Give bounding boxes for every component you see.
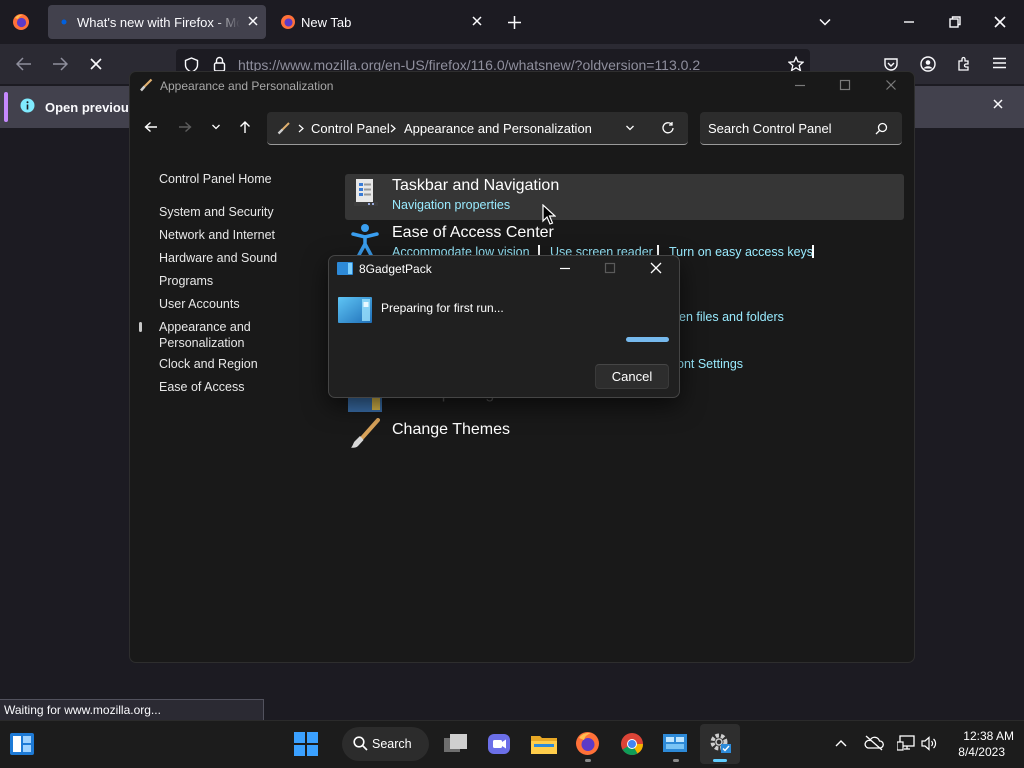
category-title-change-themes[interactable]: Change Themes (392, 421, 510, 439)
clock-date[interactable]: 8/4/2023 (946, 745, 1005, 759)
cp-maximize-icon[interactable] (839, 79, 851, 91)
address-brush-icon (277, 122, 290, 135)
search-placeholder: Search Control Panel (708, 121, 832, 136)
search-icon[interactable] (875, 122, 888, 135)
breadcrumb-separator-icon (298, 124, 304, 133)
volume-icon[interactable] (921, 736, 937, 751)
extensions-icon[interactable] (956, 56, 972, 72)
category-title-ease-of-access[interactable]: Ease of Access Center (392, 224, 554, 242)
close-tab-icon[interactable] (470, 14, 484, 28)
link-hidden-files-folders[interactable]: en files and folders (679, 310, 784, 324)
hamburger-menu-icon[interactable] (992, 56, 1007, 70)
loading-icon (60, 18, 68, 26)
link-turn-on-easy-access-keys[interactable]: Turn on easy access keys (669, 245, 813, 259)
recent-locations-chevron-icon[interactable] (211, 123, 221, 131)
chrome-icon[interactable] (620, 732, 644, 756)
minimize-icon[interactable] (902, 15, 916, 29)
sidebar-item-network[interactable]: Network and Internet (159, 227, 275, 243)
dialog-maximize-icon (604, 262, 616, 274)
link-separator (812, 245, 814, 258)
address-bar[interactable]: Control Panel Appearance and Personaliza… (267, 112, 688, 145)
pocket-icon[interactable] (883, 56, 899, 72)
gadgetpack-settings-icon[interactable] (708, 731, 732, 755)
firefox-taskbar-icon[interactable] (575, 731, 600, 756)
tab-title: What's new with Firefox - More (77, 14, 240, 30)
dialog-minimize-icon[interactable] (559, 262, 571, 274)
sidebar-item-clock-region[interactable]: Clock and Region (159, 356, 258, 372)
file-explorer-icon[interactable] (531, 733, 557, 755)
dialog-title: 8GadgetPack (359, 262, 432, 276)
personalization-brush-icon (139, 78, 153, 92)
task-view-icon[interactable] (444, 733, 468, 755)
category-title-taskbar[interactable]: Taskbar and Navigation (392, 177, 559, 195)
notification-accent (4, 92, 8, 122)
control-panel-taskbar-icon[interactable] (663, 734, 687, 754)
show-hidden-icons-chevron[interactable] (835, 739, 847, 747)
control-panel-running-indicator (673, 759, 679, 762)
cancel-button[interactable]: Cancel (595, 364, 669, 389)
start-windows-icon[interactable] (294, 732, 318, 756)
active-app-indicator (713, 759, 727, 762)
firefox-menu-icon[interactable] (12, 13, 30, 31)
sidebar-item-appearance[interactable]: Appearance and Personalization (159, 319, 269, 351)
sidebar-item-ease-of-access[interactable]: Ease of Access (159, 379, 244, 395)
gadgetpack-app-icon (337, 262, 353, 275)
cp-back-icon[interactable] (144, 121, 158, 133)
search-control-panel-input[interactable]: Search Control Panel (700, 112, 902, 145)
dialog-close-icon[interactable] (650, 262, 662, 274)
back-icon[interactable] (16, 57, 32, 71)
breadcrumb-appearance[interactable]: Appearance and Personalization (404, 121, 592, 136)
sidebar-item-programs[interactable]: Programs (159, 273, 213, 289)
breadcrumb-control-panel[interactable]: Control Panel (311, 121, 390, 136)
up-level-icon[interactable] (239, 120, 251, 134)
close-tab-icon[interactable] (246, 14, 260, 28)
teams-chat-icon[interactable] (487, 732, 511, 756)
taskbar-search-icon (353, 736, 368, 751)
breadcrumb-separator-icon (390, 124, 396, 133)
bookmark-star-icon[interactable] (788, 56, 804, 72)
close-window-icon[interactable] (993, 15, 1007, 29)
link-navigation-properties[interactable]: Navigation properties (392, 198, 510, 212)
restore-icon[interactable] (948, 15, 962, 29)
taskbar-search-label: Search (372, 737, 412, 751)
address-dropdown-icon[interactable] (625, 124, 635, 132)
dialog-message: Preparing for first run... (381, 301, 504, 315)
tab-new-tab[interactable]: New Tab (272, 5, 490, 39)
progress-bar (626, 337, 669, 342)
status-panel: Waiting for www.mozilla.org... (0, 699, 264, 721)
sidebar-selection-indicator (139, 322, 142, 332)
info-icon (20, 98, 35, 113)
refresh-icon[interactable] (661, 121, 675, 135)
stop-loading-icon[interactable] (89, 57, 103, 71)
mouse-cursor-icon (542, 204, 556, 226)
link-font-settings[interactable]: ont Settings (677, 357, 743, 371)
gadgetpack-logo-icon (338, 297, 372, 323)
new-tab-plus-icon[interactable] (507, 15, 522, 30)
onedrive-offline-icon[interactable] (864, 735, 884, 751)
account-icon[interactable] (920, 56, 936, 72)
sidebar-control-panel-home[interactable]: Control Panel Home (159, 171, 272, 187)
tab-whats-new[interactable]: What's new with Firefox - More (48, 5, 266, 39)
cp-close-icon[interactable] (885, 79, 897, 91)
forward-icon[interactable] (52, 57, 68, 71)
close-notification-icon[interactable] (992, 98, 1004, 110)
widgets-icon[interactable] (10, 733, 34, 755)
change-themes-brush-icon (350, 418, 380, 450)
tab-title: New Tab (301, 14, 352, 30)
window-title: Appearance and Personalization (160, 79, 334, 93)
sidebar-item-system-security[interactable]: System and Security (159, 204, 274, 220)
cp-minimize-icon[interactable] (794, 79, 806, 91)
ease-of-access-icon (350, 223, 380, 257)
cp-forward-icon[interactable] (178, 121, 192, 133)
lock-icon[interactable] (213, 56, 226, 72)
clock-time[interactable]: 12:38 AM (946, 729, 1014, 743)
sidebar-item-hardware-sound[interactable]: Hardware and Sound (159, 250, 277, 266)
taskbar-navigation-icon (354, 178, 378, 208)
network-icon[interactable] (897, 735, 915, 751)
firefox-icon (280, 14, 296, 30)
firefox-running-indicator (585, 759, 591, 762)
sidebar-item-user-accounts[interactable]: User Accounts (159, 296, 240, 312)
list-all-tabs-icon[interactable] (818, 15, 832, 29)
